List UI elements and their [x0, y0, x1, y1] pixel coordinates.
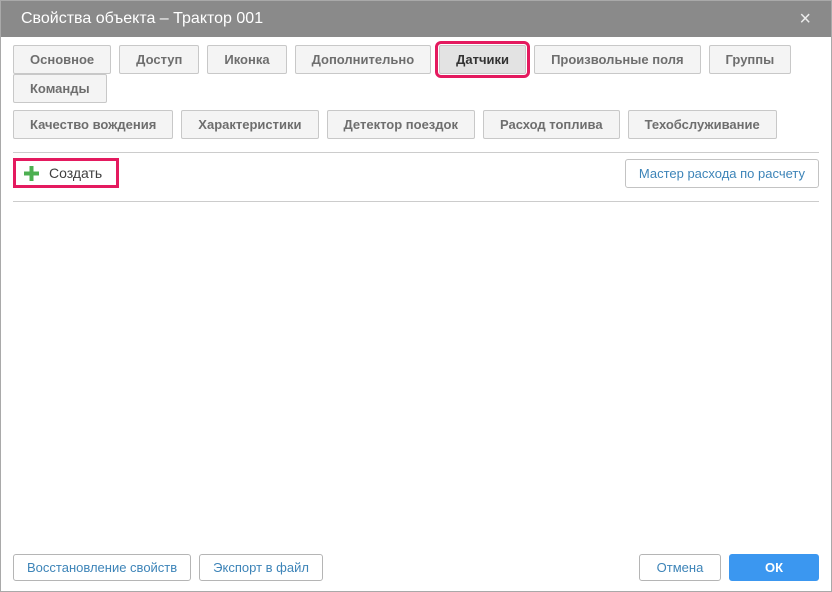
tab-access[interactable]: Доступ — [119, 45, 200, 74]
plus-icon — [24, 165, 39, 181]
sensors-toolbar: Создать Мастер расхода по расчету — [1, 153, 831, 195]
fuel-wizard-button[interactable]: Мастер расхода по расчету — [624, 158, 819, 188]
object-properties-dialog: Свойства объекта – Трактор 001 × Основно… — [0, 0, 832, 592]
close-icon[interactable]: × — [793, 7, 817, 31]
create-annotation-box: Создать — [13, 158, 120, 188]
tab-groups[interactable]: Группы — [708, 45, 792, 74]
export-to-file-button[interactable]: Экспорт в файл — [199, 554, 323, 581]
create-button-label: Создать — [49, 165, 103, 181]
footer-right-buttons: Отмена ОК — [631, 554, 819, 581]
tab-sensors[interactable]: Датчики — [435, 41, 531, 78]
tab-bar: Основное Доступ Иконка Дополнительно Дат… — [1, 37, 831, 146]
tab-eco-driving[interactable]: Качество вождения — [13, 110, 174, 139]
tab-profile[interactable]: Характеристики — [181, 110, 319, 139]
tab-advanced[interactable]: Дополнительно — [294, 45, 432, 74]
restore-properties-button[interactable]: Восстановление свойств — [13, 554, 192, 581]
tab-row-1: Основное Доступ Иконка Дополнительно Дат… — [13, 41, 819, 103]
sensors-empty-area — [1, 202, 831, 554]
ok-button[interactable]: ОК — [729, 554, 819, 581]
tab-commands[interactable]: Команды — [13, 74, 107, 103]
tab-row-2: Качество вождения Характеристики Детекто… — [13, 110, 819, 139]
dialog-footer: Восстановление свойств Экспорт в файл От… — [1, 554, 831, 591]
tab-fuel-consumption[interactable]: Расход топлива — [482, 110, 620, 139]
cancel-button[interactable]: Отмена — [639, 554, 721, 581]
dialog-title: Свойства объекта – Трактор 001 — [21, 10, 264, 27]
footer-left-buttons: Восстановление свойств Экспорт в файл — [13, 554, 331, 581]
tab-maintenance[interactable]: Техобслуживание — [627, 110, 777, 139]
tab-custom-fields[interactable]: Произвольные поля — [534, 45, 701, 74]
tab-general[interactable]: Основное — [13, 45, 112, 74]
create-sensor-button[interactable]: Создать — [24, 165, 102, 181]
dialog-titlebar: Свойства объекта – Трактор 001 × — [1, 1, 831, 37]
tab-icon[interactable]: Иконка — [207, 45, 287, 74]
tab-trip-detector[interactable]: Детектор поездок — [326, 110, 475, 139]
